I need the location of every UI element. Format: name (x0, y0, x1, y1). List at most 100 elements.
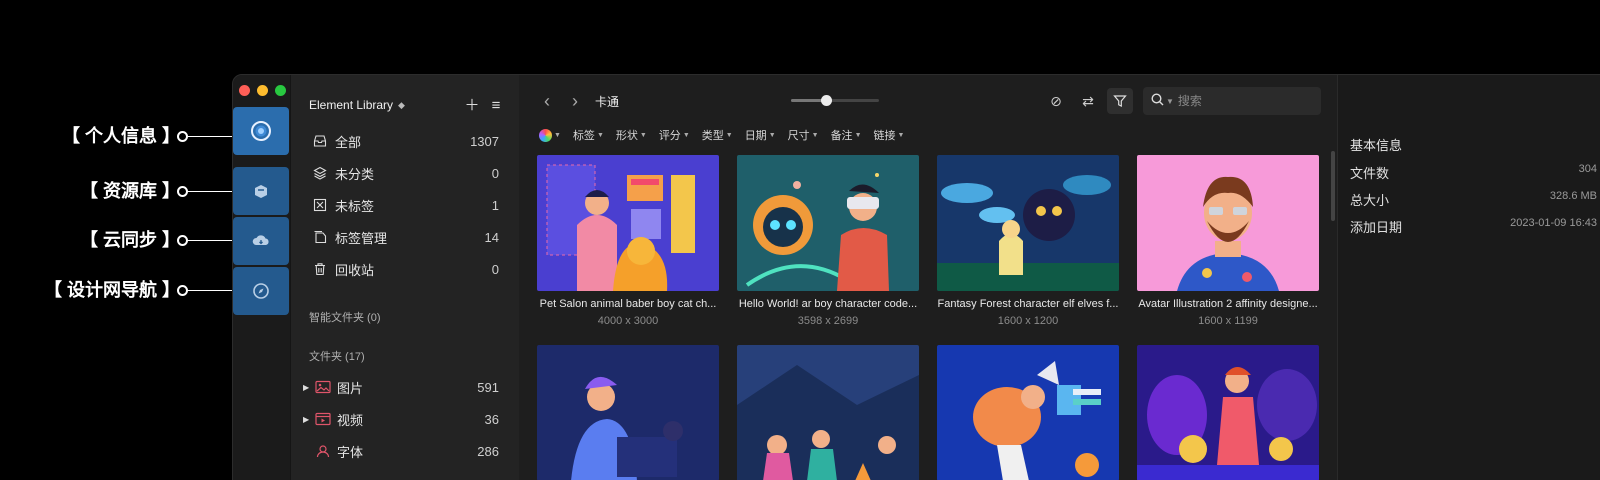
chevron-down-icon[interactable]: ▼ (1166, 97, 1174, 106)
callout-line (188, 136, 232, 137)
asset-thumbnail[interactable] (1137, 155, 1319, 291)
folder-item-fonts[interactable]: ▶ 字体 286 (291, 435, 519, 467)
callout-line (188, 290, 232, 291)
scrollbar-thumb[interactable] (1331, 151, 1335, 221)
color-filter[interactable]: ▼ (539, 128, 561, 142)
folder-label: 字体 (337, 444, 364, 460)
back-arrow-icon[interactable]: ‹ (533, 91, 561, 112)
folder-count: 36 (484, 411, 499, 427)
menu-icon[interactable]: ≡ (489, 98, 503, 113)
rail-design-nav-button[interactable] (233, 267, 289, 315)
color-wheel-icon (539, 128, 552, 142)
image-folder-icon (315, 380, 331, 394)
chevron-down-icon: ▼ (897, 131, 905, 139)
filter-date[interactable]: 日期 ▼ (745, 127, 776, 143)
chevron-down-icon: ▼ (725, 131, 733, 139)
sidebar-item-all[interactable]: 全部 1307 (291, 125, 519, 157)
forward-arrow-icon[interactable]: › (561, 91, 589, 112)
asset-name: Hello World! ar boy character code... (738, 298, 918, 310)
folder-item-videos[interactable]: ▶ 视频 36 (291, 403, 519, 435)
rail-library-button[interactable] (233, 167, 289, 215)
chevron-down-icon: ▼ (596, 131, 604, 139)
callout-label: 【 云同步 】 (79, 230, 180, 250)
callout-dot (177, 186, 188, 197)
cloud-icon (252, 235, 269, 245)
close-window-button[interactable] (239, 85, 250, 96)
search-box[interactable]: ▼ (1143, 87, 1321, 115)
expand-triangle-icon[interactable]: ▶ (303, 383, 313, 392)
layers-icon (313, 166, 327, 180)
asset-thumbnail[interactable] (737, 345, 919, 480)
library-switcher[interactable]: Element Library (309, 98, 393, 112)
sidebar-item-label: 未标签 (335, 198, 375, 214)
swap-arrows-icon[interactable]: ⇄ (1075, 88, 1101, 114)
callout-label: 【 资源库 】 (79, 181, 180, 201)
chevron-updown-icon[interactable]: ◆ (398, 100, 405, 111)
filter-label: 评分 (658, 130, 681, 142)
chevron-down-icon: ▼ (682, 131, 690, 139)
rail-cloud-sync-button[interactable] (233, 217, 289, 265)
filter-label: 类型 (701, 130, 724, 142)
asset-thumbnail[interactable] (937, 345, 1119, 480)
filter-label: 尺寸 (787, 130, 810, 142)
left-rail (233, 75, 291, 480)
asset-thumbnail[interactable] (937, 155, 1119, 291)
asset-thumbnail[interactable] (537, 155, 719, 291)
asset-thumbnail[interactable] (737, 155, 919, 291)
smart-folders-header[interactable]: 智能文件夹 (0) (309, 309, 381, 325)
info-panel-title: 基本信息 (1350, 138, 1403, 153)
filter-label: 日期 (744, 130, 767, 142)
main-content: ‹ › 卡通 ⊘ ⇄ ▼ 搜索 ▼ 标签 ▼ 形状 ▼ 评分 ▼ 类型 ▼ 日期… (519, 75, 1337, 480)
info-label: 总大小 (1350, 193, 1390, 208)
sidebar-item-uncategorized[interactable]: 未分类 0 (291, 157, 519, 189)
current-folder-title: 卡通 (595, 94, 620, 109)
add-icon[interactable]: ＋ (465, 98, 480, 113)
info-value: 304 (1578, 163, 1597, 175)
folder-label: 图片 (337, 380, 364, 396)
search-icon[interactable] (1151, 93, 1164, 109)
zoom-slider[interactable] (791, 95, 879, 106)
filter-funnel-icon[interactable] (1107, 88, 1133, 114)
item-count: 1 (491, 197, 499, 213)
filter-link[interactable]: 链接 ▼ (874, 127, 905, 143)
asset-name: Avatar Illustration 2 affinity designe..… (1138, 298, 1318, 310)
filter-rating[interactable]: 评分 ▼ (659, 127, 690, 143)
filter-label: 标签 (572, 130, 595, 142)
item-count: 0 (491, 165, 499, 181)
expand-triangle-icon[interactable]: ▶ (303, 415, 313, 424)
sidebar: Element Library ◆ ＋ ≡ 全部 1307 未分类 0 未标签 … (291, 75, 519, 480)
video-folder-icon (315, 412, 331, 426)
item-count: 14 (484, 229, 499, 245)
asset-thumbnail[interactable] (537, 345, 719, 480)
item-count: 0 (491, 261, 499, 277)
filter-type[interactable]: 类型 ▼ (702, 127, 733, 143)
minimize-window-button[interactable] (257, 85, 268, 96)
maximize-window-button[interactable] (275, 85, 286, 96)
filter-tags[interactable]: 标签 ▼ (573, 127, 604, 143)
rail-profile-button[interactable] (233, 107, 289, 155)
asset-thumbnail[interactable] (1137, 345, 1319, 480)
folders-header[interactable]: 文件夹 (17) (309, 348, 365, 364)
callout-label: 【 设计网导航 】 (43, 280, 180, 300)
filter-label: 链接 (873, 130, 896, 142)
sidebar-item-untagged[interactable]: 未标签 1 (291, 189, 519, 221)
folder-count: 286 (477, 443, 499, 459)
filter-shape[interactable]: 形状 ▼ (616, 127, 647, 143)
zoom-slider-knob[interactable] (821, 95, 833, 106)
filter-bar: ▼ 标签 ▼ 形状 ▼ 评分 ▼ 类型 ▼ 日期 ▼ 尺寸 ▼ 备注 ▼ 链接 ▼ (539, 127, 904, 143)
item-count: 1307 (470, 133, 499, 149)
no-filter-icon[interactable]: ⊘ (1043, 88, 1069, 114)
trash-icon (315, 263, 325, 276)
search-input[interactable] (1177, 94, 1298, 108)
sidebar-item-tag-manager[interactable]: 标签管理 14 (291, 221, 519, 253)
folder-item-images[interactable]: ▶ 图片 591 (291, 371, 519, 403)
box-icon (255, 185, 267, 198)
info-value: 328.6 MB (1549, 190, 1597, 202)
sidebar-item-label: 未分类 (335, 166, 375, 182)
filter-notes[interactable]: 备注 ▼ (831, 127, 862, 143)
untagged-icon (313, 198, 327, 212)
sidebar-item-trash[interactable]: 回收站 0 (291, 253, 519, 285)
nav-list: 全部 1307 未分类 0 未标签 1 标签管理 14 回收站 0 (291, 125, 519, 285)
compass-icon (253, 283, 269, 299)
filter-size[interactable]: 尺寸 ▼ (788, 127, 819, 143)
